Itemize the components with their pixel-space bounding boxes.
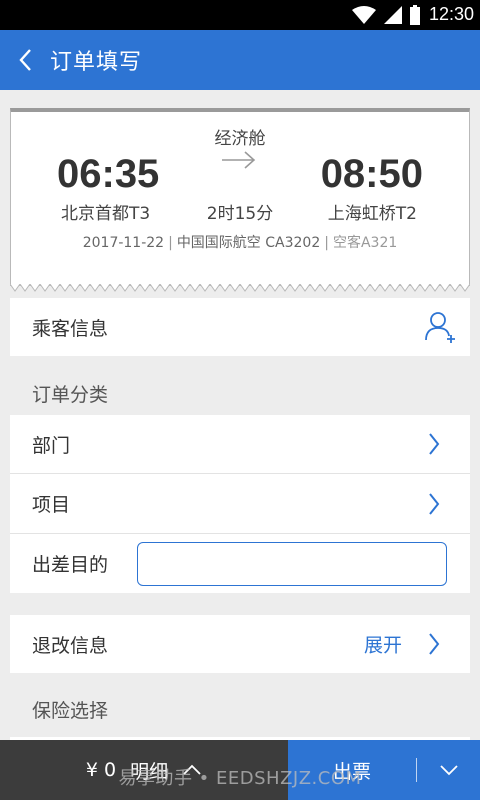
total-price: ¥ 0 [85, 759, 117, 781]
detail-label: 明细 [130, 760, 169, 783]
passenger-info-label: 乘客信息 [32, 317, 109, 340]
order-category-heading: 订单分类 [32, 384, 109, 406]
wifi-icon [352, 6, 376, 24]
expand-more-button[interactable] [417, 740, 480, 800]
arrow-right-icon [222, 151, 256, 169]
project-row[interactable]: 项目 [10, 473, 470, 533]
status-time: 12:30 [428, 4, 474, 24]
arrival-airport: 上海虹桥T2 [327, 204, 417, 224]
chevron-up-icon [183, 764, 201, 775]
price-summary[interactable]: ¥ 0 明细 [0, 740, 288, 800]
department-label: 部门 [32, 434, 71, 457]
trip-purpose-input[interactable] [137, 542, 447, 586]
bottom-bar: ¥ 0 明细 出票 [0, 740, 480, 800]
page-title: 订单填写 [50, 50, 143, 75]
cell-signal-icon [384, 6, 402, 24]
chevron-right-icon [429, 433, 440, 455]
flight-airline: 中国国际航空 CA3202 [176, 235, 321, 251]
chevron-right-icon [429, 633, 440, 655]
status-icons [352, 5, 420, 25]
battery-icon [410, 5, 420, 25]
chevron-left-icon [19, 49, 31, 71]
cabin-class: 经济舱 [214, 129, 266, 149]
issue-ticket-button[interactable]: 出票 [288, 740, 416, 800]
insurance-heading: 保险选择 [32, 700, 109, 722]
add-passenger-icon[interactable] [424, 310, 458, 344]
flight-date: 2017-11-22 [82, 235, 165, 251]
flight-card: 经济舱 06:35 08:50 北京首都T3 2时15分 上海虹桥T2 2017… [10, 108, 470, 292]
project-label: 项目 [32, 494, 71, 516]
chevron-right-icon [429, 492, 440, 515]
chevron-down-icon [439, 765, 458, 776]
change-info-label: 退改信息 [32, 634, 109, 657]
status-bar: 12:30 [0, 0, 480, 30]
ticket-edge [10, 284, 470, 292]
departure-time: 06:35 [57, 152, 160, 196]
passenger-info-row[interactable]: 乘客信息 [10, 298, 470, 356]
department-row[interactable]: 部门 [10, 415, 470, 473]
expand-link[interactable]: 展开 [364, 631, 402, 658]
aircraft-type: 空客A321 [332, 235, 398, 251]
issue-area: 出票 [288, 740, 480, 800]
app-bar: 订单填写 [0, 30, 480, 90]
arrival-time: 08:50 [320, 152, 423, 196]
meta-divider: | [324, 235, 329, 251]
trip-purpose-label: 出差目的 [32, 554, 109, 576]
trip-purpose-row: 出差目的 [10, 533, 470, 593]
change-info-row[interactable]: 退改信息 展开 [10, 615, 470, 673]
flight-meta: 2017-11-22 | 中国国际航空 CA3202 | 空客A321 [11, 232, 469, 252]
meta-divider: | [168, 235, 173, 251]
back-button[interactable] [0, 30, 50, 90]
